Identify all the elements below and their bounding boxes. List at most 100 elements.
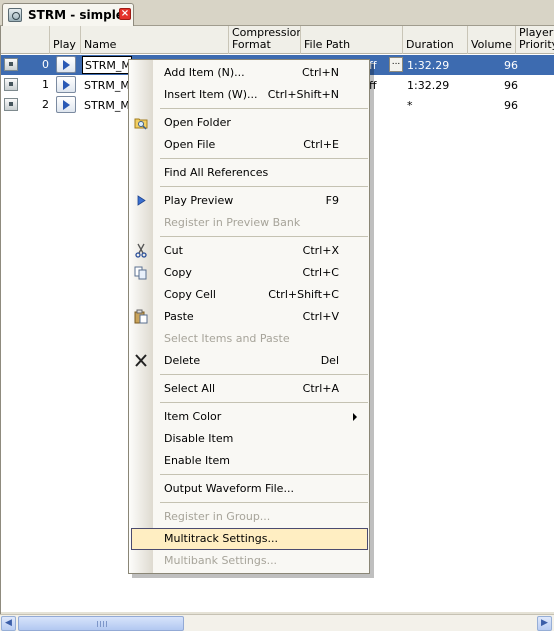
menu-item-output-waveform-file[interactable]: Output Waveform File... (129, 478, 369, 500)
menu-item-label: Insert Item (W)... (164, 88, 258, 101)
volume-cell: 96 (504, 99, 518, 112)
menu-item-cut[interactable]: Cut Ctrl+X (129, 240, 369, 262)
header-play[interactable]: Play (50, 26, 81, 54)
row-handle-icon[interactable] (4, 78, 18, 91)
scroll-left-arrow-icon[interactable]: ◀ (1, 616, 16, 631)
menu-item-label: Copy Cell (164, 288, 216, 301)
menu-item-copy[interactable]: Copy Ctrl+C (129, 262, 369, 284)
row-play-button[interactable] (56, 96, 76, 113)
menu-item-insert-item[interactable]: Insert Item (W)... Ctrl+Shift+N (129, 84, 369, 106)
menu-item-multibank-settings: Multibank Settings... (129, 550, 369, 572)
tab-title: STRM - simple (28, 8, 124, 22)
scrollbar-grip-icon (97, 621, 107, 627)
menu-item-shortcut: Ctrl+A (302, 382, 339, 395)
scissors-icon (134, 243, 148, 258)
row-index: 0 (42, 58, 49, 71)
menu-item-enable-item[interactable]: Enable Item (129, 450, 369, 472)
menu-item-open-file[interactable]: Open File Ctrl+E (129, 134, 369, 156)
menu-separator (160, 474, 368, 475)
menu-item-shortcut: Ctrl+X (302, 244, 339, 257)
menu-item-add-item[interactable]: Add Item (N)... Ctrl+N (129, 62, 369, 84)
row-handle-icon[interactable] (4, 58, 18, 71)
menu-item-copy-cell[interactable]: Copy Cell Ctrl+Shift+C (129, 284, 369, 306)
menu-item-shortcut: F9 (325, 194, 339, 207)
header-name[interactable]: Name (81, 26, 229, 54)
volume-cell: 96 (504, 79, 518, 92)
menu-item-label: Disable Item (164, 432, 234, 445)
menu-item-shortcut: Ctrl+Shift+N (267, 88, 339, 101)
document-tab[interactable]: STRM - simple × (2, 3, 134, 26)
document-tab-strip: STRM - simple × (0, 0, 554, 26)
menu-item-label: Item Color (164, 410, 222, 423)
menu-item-label: Play Preview (164, 194, 234, 207)
browse-file-button[interactable]: ... (389, 57, 403, 72)
menu-item-label: Paste (164, 310, 194, 323)
folder-search-icon (134, 115, 148, 130)
menu-item-label: Multibank Settings... (164, 554, 278, 567)
menu-item-open-folder[interactable]: Open Folder (129, 112, 369, 134)
header-compression-format[interactable]: Compression Format (229, 26, 301, 54)
row-handle-icon[interactable] (4, 98, 18, 111)
menu-separator (160, 186, 368, 187)
submenu-arrow-icon (353, 413, 357, 421)
name-cell[interactable]: STRM_M (84, 79, 130, 92)
name-edit-field[interactable]: STRM_M (82, 56, 132, 74)
copy-icon (134, 265, 148, 280)
header-volume[interactable]: Volume (468, 26, 516, 54)
menu-item-label: Select All (164, 382, 216, 395)
name-cell[interactable]: STRM_M (84, 99, 130, 112)
menu-item-label: Enable Item (164, 454, 231, 467)
menu-separator (160, 374, 368, 375)
menu-item-shortcut: Ctrl+C (302, 266, 339, 279)
header-duration[interactable]: Duration (403, 26, 468, 54)
delete-x-icon (134, 353, 148, 368)
scrollbar-thumb[interactable] (18, 616, 184, 631)
strm-file-icon (8, 8, 22, 22)
menu-item-register-in-preview-bank: Register in Preview Bank (129, 212, 369, 234)
menu-separator (160, 236, 368, 237)
menu-separator (160, 158, 368, 159)
menu-item-label: Open File (164, 138, 216, 151)
row-play-button[interactable] (56, 56, 76, 73)
menu-item-label: Cut (164, 244, 183, 257)
menu-item-label: Output Waveform File... (164, 482, 294, 495)
volume-cell: 96 (504, 59, 518, 72)
menu-item-find-all-references[interactable]: Find All References (129, 162, 369, 184)
menu-separator (160, 402, 368, 403)
header-file-path[interactable]: File Path (301, 26, 403, 54)
menu-item-shortcut: Del (320, 354, 339, 367)
menu-item-disable-item[interactable]: Disable Item (129, 428, 369, 450)
horizontal-scrollbar[interactable]: ◀ ▶ (0, 614, 554, 631)
menu-item-shortcut: Ctrl+E (303, 138, 339, 151)
header-row-handle (1, 26, 50, 54)
play-icon (134, 193, 148, 208)
menu-item-label: Add Item (N)... (164, 66, 245, 79)
menu-item-shortcut: Ctrl+V (302, 310, 339, 323)
row-play-button[interactable] (56, 76, 76, 93)
duration-cell: 1:32.29 (407, 79, 450, 92)
menu-item-label: Select Items and Paste (164, 332, 290, 345)
menu-item-label: Delete (164, 354, 201, 367)
menu-item-register-in-group: Register in Group... (129, 506, 369, 528)
menu-item-paste[interactable]: Paste Ctrl+V (129, 306, 369, 328)
menu-item-play-preview[interactable]: Play Preview F9 (129, 190, 369, 212)
menu-separator (160, 108, 368, 109)
menu-item-shortcut: Ctrl+Shift+C (268, 288, 339, 301)
context-menu: Add Item (N)... Ctrl+N Insert Item (W)..… (128, 59, 370, 574)
menu-item-multitrack-settings[interactable]: Multitrack Settings... (129, 528, 369, 550)
menu-item-label: Register in Group... (164, 510, 271, 523)
paste-icon (134, 309, 148, 324)
scroll-right-arrow-icon[interactable]: ▶ (537, 616, 552, 631)
close-tab-icon[interactable]: × (119, 8, 131, 20)
row-index: 2 (42, 98, 49, 111)
menu-item-item-color[interactable]: Item Color (129, 406, 369, 428)
menu-item-label: Find All References (164, 166, 269, 179)
duration-cell: * (407, 99, 413, 112)
menu-item-delete[interactable]: Delete Del (129, 350, 369, 372)
menu-item-select-items-and-paste: Select Items and Paste (129, 328, 369, 350)
header-player-priority[interactable]: Player Priority (516, 26, 554, 54)
menu-separator (160, 502, 368, 503)
menu-item-label: Open Folder (164, 116, 231, 129)
menu-item-select-all[interactable]: Select All Ctrl+A (129, 378, 369, 400)
menu-item-label: Multitrack Settings... (164, 532, 278, 545)
